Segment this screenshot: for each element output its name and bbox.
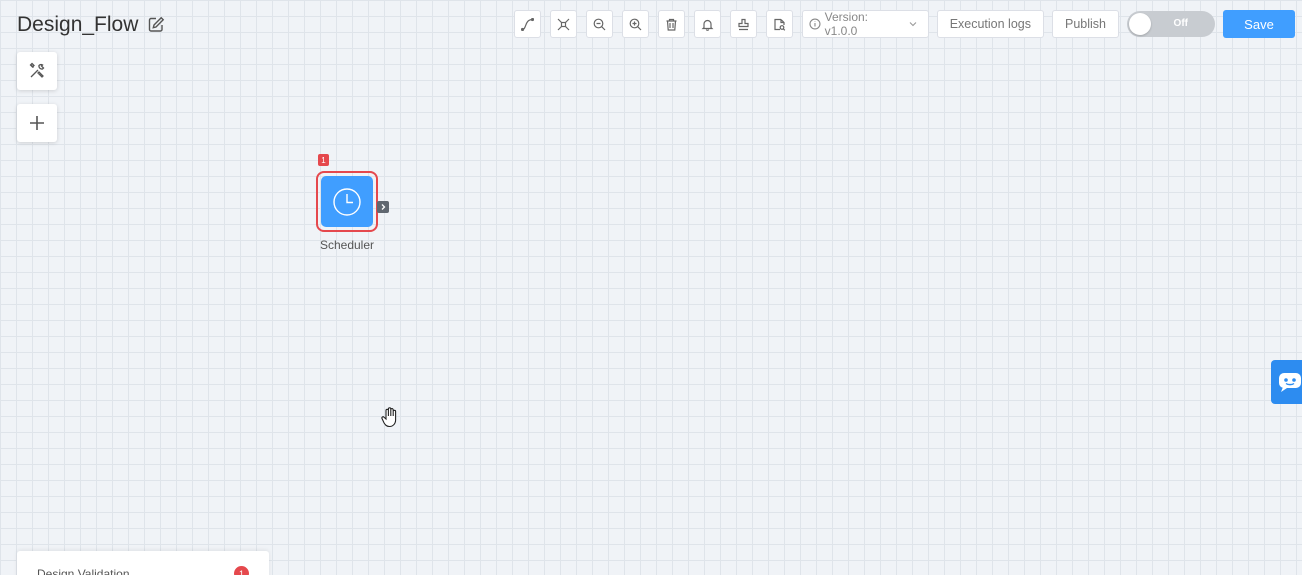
- info-icon: [809, 18, 821, 30]
- execution-logs-button[interactable]: Execution logs: [936, 10, 1044, 38]
- page-title: Design_Flow: [17, 13, 139, 36]
- node-border: [316, 171, 378, 232]
- toolbar: Version: v1.0.0 Execution logs Publish O…: [513, 10, 1295, 38]
- plus-icon: [30, 116, 44, 130]
- zoom-out-button[interactable]: [585, 10, 613, 38]
- connector-icon: [520, 17, 534, 31]
- zoom-out-icon: [593, 18, 606, 30]
- connector-button[interactable]: [513, 10, 541, 38]
- validation-label: Design Validation: [37, 567, 130, 575]
- clock-icon: [333, 187, 361, 216]
- notification-icon: [701, 19, 714, 31]
- zoom-in-button[interactable]: [621, 10, 649, 38]
- hand-cursor-icon: [380, 406, 400, 428]
- version-label: Version: v1.0.0: [824, 10, 868, 38]
- toggle-label: Off: [1173, 18, 1188, 29]
- publish-button[interactable]: Publish: [1052, 10, 1119, 38]
- preview-icon: [774, 18, 785, 31]
- preview-button[interactable]: [765, 10, 793, 38]
- tools-button[interactable]: [17, 52, 57, 90]
- tools-icon: [29, 62, 45, 78]
- stamp-button[interactable]: [729, 10, 757, 38]
- publish-toggle[interactable]: Off: [1127, 11, 1215, 37]
- chevron-down-icon: [909, 22, 917, 27]
- fit-view-button[interactable]: [549, 10, 577, 38]
- node-output-port[interactable]: [377, 201, 389, 213]
- chevron-right-icon: [381, 204, 386, 210]
- title-row: Design_Flow: [17, 13, 166, 37]
- design-validation-panel[interactable]: Design Validation 1: [17, 551, 269, 575]
- add-node-button[interactable]: [17, 104, 57, 142]
- zoom-in-icon: [629, 18, 642, 30]
- chat-widget[interactable]: [1271, 360, 1302, 404]
- delete-button[interactable]: [657, 10, 685, 38]
- toggle-knob: [1129, 13, 1151, 35]
- save-button[interactable]: Save: [1223, 10, 1295, 38]
- node-error-badge: 1: [318, 154, 329, 166]
- version-select[interactable]: Version: v1.0.0: [801, 10, 929, 38]
- notification-button[interactable]: [693, 10, 721, 38]
- chat-bot-icon: [1279, 373, 1301, 392]
- node-label: Scheduler: [319, 238, 375, 252]
- validation-count-badge: 1: [234, 566, 249, 575]
- edit-icon[interactable]: [148, 16, 166, 34]
- scheduler-node[interactable]: 1 Scheduler: [316, 154, 389, 252]
- delete-icon: [666, 18, 677, 31]
- fit-view-icon: [557, 18, 570, 30]
- stamp-icon: [738, 18, 749, 30]
- node-body: [321, 176, 373, 227]
